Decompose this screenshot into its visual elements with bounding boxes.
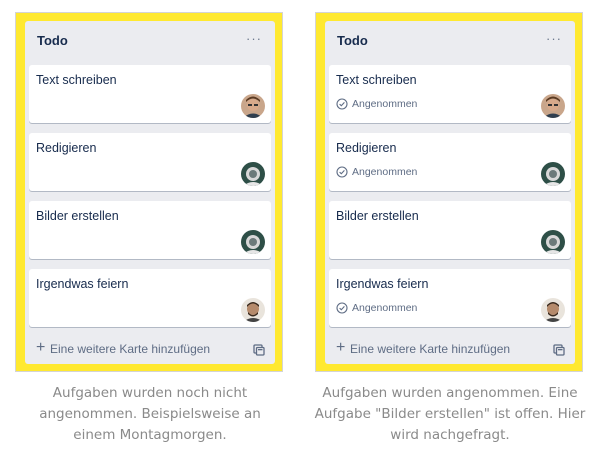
- badge-label: Angenommen: [352, 166, 418, 178]
- card-text-schreiben[interactable]: Text schreiben: [29, 65, 271, 123]
- card-redigieren[interactable]: Redigieren Angenommen: [329, 133, 571, 191]
- accepted-badge: Angenommen: [336, 96, 417, 112]
- card-template-icon[interactable]: [553, 343, 565, 356]
- board-highlight-left: Todo ··· Text schreiben Redigieren Bilde…: [15, 12, 283, 372]
- list-menu-button[interactable]: ···: [243, 29, 265, 49]
- caption-left: Aufgaben wurden noch nicht angenommen. B…: [0, 383, 300, 446]
- caption-line: Aufgaben wurden noch nicht: [52, 385, 248, 401]
- card-title: Redigieren: [336, 141, 397, 155]
- add-card-label: Eine weitere Karte hinzufügen: [50, 342, 211, 356]
- list-header: Todo ···: [25, 21, 275, 59]
- avatar[interactable]: [541, 162, 565, 186]
- badge-label: Angenommen: [352, 98, 418, 110]
- board-highlight-right: Todo ··· Text schreiben Angenommen Redig…: [315, 12, 583, 372]
- list-title[interactable]: Todo: [37, 33, 68, 48]
- avatar[interactable]: [241, 298, 265, 322]
- card-template-icon[interactable]: [253, 343, 265, 356]
- avatar[interactable]: [241, 162, 265, 186]
- check-circle-icon: [336, 98, 348, 110]
- card-irgendwas-feiern[interactable]: Irgendwas feiern Angenommen: [329, 269, 571, 327]
- avatar[interactable]: [541, 298, 565, 322]
- avatar[interactable]: [541, 230, 565, 254]
- card-bilder-erstellen[interactable]: Bilder erstellen: [329, 201, 571, 259]
- check-circle-icon: [336, 166, 348, 178]
- caption-line: Aufgaben wurden angenommen. Eine: [322, 385, 578, 401]
- card-title: Bilder erstellen: [336, 209, 419, 223]
- accepted-badge: Angenommen: [336, 300, 417, 316]
- plus-icon: +: [336, 339, 346, 356]
- list-header: Todo ···: [325, 21, 575, 59]
- check-circle-icon: [336, 302, 348, 314]
- card-irgendwas-feiern[interactable]: Irgendwas feiern: [29, 269, 271, 327]
- avatar[interactable]: [241, 94, 265, 118]
- card-title: Text schreiben: [36, 73, 117, 87]
- avatar[interactable]: [241, 230, 265, 254]
- caption-line: angenommen. Beispielsweise an: [39, 406, 261, 422]
- badge-label: Angenommen: [352, 302, 418, 314]
- card-title: Text schreiben: [336, 73, 417, 87]
- plus-icon: +: [36, 339, 46, 356]
- card-redigieren[interactable]: Redigieren: [29, 133, 271, 191]
- accepted-badge: Angenommen: [336, 164, 417, 180]
- todo-list: Todo ··· Text schreiben Angenommen Redig…: [325, 21, 575, 364]
- card-text-schreiben[interactable]: Text schreiben Angenommen: [329, 65, 571, 123]
- caption-line: wird nachgefragt.: [390, 427, 510, 443]
- card-title: Irgendwas feiern: [336, 277, 429, 291]
- add-card-button[interactable]: + Eine weitere Karte hinzufügen: [25, 335, 275, 363]
- todo-list: Todo ··· Text schreiben Redigieren Bilde…: [25, 21, 275, 364]
- card-bilder-erstellen[interactable]: Bilder erstellen: [29, 201, 271, 259]
- card-title: Irgendwas feiern: [36, 277, 129, 291]
- card-title: Bilder erstellen: [36, 209, 119, 223]
- list-title[interactable]: Todo: [337, 33, 368, 48]
- caption-line: Aufgabe "Bilder erstellen" ist offen. Hi…: [314, 406, 586, 422]
- card-title: Redigieren: [36, 141, 97, 155]
- caption-line: einem Montagmorgen.: [73, 427, 227, 443]
- avatar[interactable]: [541, 94, 565, 118]
- add-card-label: Eine weitere Karte hinzufügen: [350, 342, 511, 356]
- add-card-button[interactable]: + Eine weitere Karte hinzufügen: [325, 335, 575, 363]
- list-menu-button[interactable]: ···: [543, 29, 565, 49]
- caption-right: Aufgaben wurden angenommen. Eine Aufgabe…: [300, 383, 590, 446]
